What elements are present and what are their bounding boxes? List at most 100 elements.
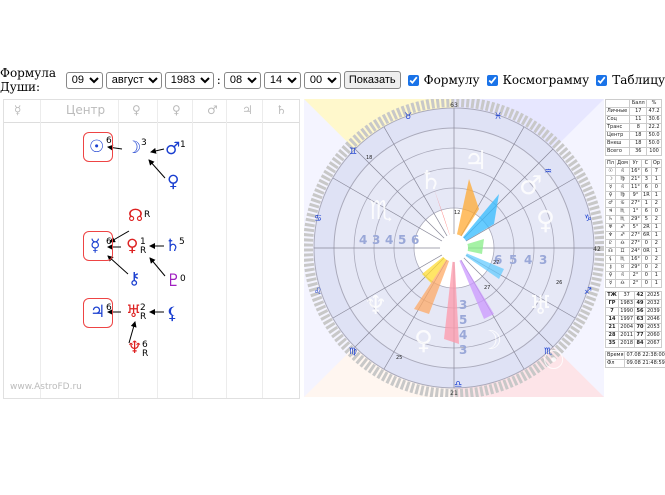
table-cell: 1997 <box>617 315 636 324</box>
table-cell: 28 <box>605 331 619 340</box>
table-cell: 27° <box>628 199 642 208</box>
table-cell: 2039 <box>644 307 663 316</box>
node-icon[interactable]: ☊ <box>128 207 143 225</box>
table-cell: ☉ <box>604 167 617 176</box>
pluto-score: 0 <box>180 274 186 284</box>
table-cell: ⚸ <box>604 255 617 264</box>
pluto-icon[interactable]: ♇ <box>166 272 181 290</box>
table-cell: ♐ <box>615 223 630 232</box>
saturn-icon[interactable]: ♄ <box>165 237 180 255</box>
mars-score: 1 <box>180 140 186 150</box>
table-cell: 70 <box>634 323 646 332</box>
moon-icon[interactable]: ☽ <box>126 139 141 157</box>
cosmogram-checkbox[interactable] <box>486 74 498 86</box>
cosmogram-degree-label: 18 <box>366 155 372 161</box>
month-select[interactable]: августа <box>105 71 162 89</box>
table-cell: 2 <box>650 263 663 272</box>
planet-glyph-icon: ♃ <box>464 146 487 176</box>
planet-glyph-icon: ♀ <box>414 326 433 356</box>
table-cell: 07.08 22:38:00 <box>624 351 665 360</box>
table-cell: ♅ <box>604 223 617 232</box>
table-cell: ♊ <box>615 247 630 256</box>
table-cell: 21 <box>605 323 619 332</box>
table-cell: 63 <box>634 315 646 324</box>
table-cell: ♄ <box>604 215 617 224</box>
cosmogram-degree-label: 27 <box>484 285 490 291</box>
uranus-icon[interactable]: ♅ <box>126 303 141 321</box>
table-cell: 0 <box>640 239 652 248</box>
saturn-score: 5 <box>179 237 185 247</box>
cosmogram-checkbox-label: Космограмму <box>502 73 590 87</box>
venus-retro-flag: R <box>140 246 147 256</box>
table-checkbox[interactable] <box>596 74 608 86</box>
second-select[interactable]: 00 <box>303 71 341 89</box>
table-cell: 2 <box>650 199 663 208</box>
table-cell: 17 <box>629 107 648 116</box>
venus-retro-icon[interactable]: ♀ <box>126 237 138 255</box>
table-cell: Балл <box>629 99 648 108</box>
mars-icon[interactable]: ♂ <box>165 140 180 158</box>
show-button[interactable]: Показать <box>343 71 401 89</box>
sun-score: 6 <box>106 136 112 146</box>
minute-select[interactable]: 14 <box>263 71 301 89</box>
table-cell: 1983 <box>617 299 636 308</box>
svg-text:♉: ♉ <box>404 112 412 122</box>
table-cell: 1 <box>650 247 663 256</box>
table-cell: Время <box>604 351 626 360</box>
table-cell: ГР <box>605 299 619 308</box>
table-cell: 2067 <box>644 339 663 348</box>
table-cell: ☿ <box>604 183 617 192</box>
table-cell: ♉ <box>615 263 630 272</box>
toolbar: Формула Души: 09 августа 1983 : 08 14 00… <box>0 66 665 94</box>
mercury-icon[interactable]: ☿ <box>90 237 100 255</box>
table-cell: 14 <box>605 315 619 324</box>
table-cell: 36 <box>629 147 648 156</box>
table-cell: 6 <box>640 207 652 216</box>
table-cell: 9° <box>628 191 642 200</box>
table-cell: 35 <box>605 339 619 348</box>
summary-table: Балл % Личные 17 47.2 Соц 11 30.6 Транс 8 22.2… <box>604 99 662 156</box>
sun-icon[interactable]: ☉ <box>89 138 104 156</box>
table-cell: 2018 <box>617 339 636 348</box>
formula-checkbox[interactable] <box>407 74 419 86</box>
jupiter-icon[interactable]: ♃ <box>90 303 105 321</box>
year-select[interactable]: 1983 <box>164 71 214 89</box>
table-cell: 16° <box>628 167 642 176</box>
table-cell: 11 <box>629 115 648 124</box>
svg-text:♍: ♍ <box>349 347 357 357</box>
lilith-icon[interactable]: ⚸ <box>166 305 178 323</box>
ring-number: 5 <box>398 233 406 247</box>
hour-select[interactable]: 08 <box>223 71 261 89</box>
table-cell: ♏ <box>615 207 630 216</box>
table-cell: 0 <box>650 207 663 216</box>
table-cell: Фл <box>604 359 626 368</box>
table-cell: 8 <box>629 123 648 132</box>
table-cell: ♏ <box>615 215 630 224</box>
svg-text:♊: ♊ <box>349 147 357 157</box>
table-cell: ⚷ <box>604 263 617 272</box>
day-select[interactable]: 09 <box>65 71 103 89</box>
table-cell: Ор <box>650 159 663 168</box>
table-cell: 30.6 <box>646 115 662 124</box>
cosmogram-panel: 63 21 42 4 3 4 5 6 3 5 4 3 6 5 4 3 ♄ ♃ ♂… <box>304 99 604 397</box>
neptune-icon[interactable]: ♆ <box>127 339 142 357</box>
table-cell: 2032 <box>644 299 663 308</box>
table-cell: 6 <box>640 183 652 192</box>
moon-score: 3 <box>141 138 147 148</box>
chiron-icon[interactable]: ⚷ <box>128 270 140 288</box>
table-cell: 7 <box>650 167 663 176</box>
svg-text:♒: ♒ <box>544 167 552 177</box>
table-cell: ♎ <box>615 239 630 248</box>
table-cell: Соц <box>604 115 631 124</box>
planet-glyph-icon: ♆ <box>364 291 387 321</box>
table-cell: 1 <box>650 271 663 280</box>
table-cell: 5 <box>640 215 652 224</box>
table-cell: 0 <box>640 271 652 280</box>
table-cell: 0 <box>640 279 652 288</box>
ring-number: 4 <box>459 328 467 342</box>
table-cell: Транс <box>604 123 631 132</box>
cosmogram-degree-label: 25 <box>396 355 402 361</box>
svg-text:♋: ♋ <box>314 214 322 224</box>
table-cell: 2025 <box>644 291 663 300</box>
venus-icon[interactable]: ♀ <box>167 173 179 191</box>
